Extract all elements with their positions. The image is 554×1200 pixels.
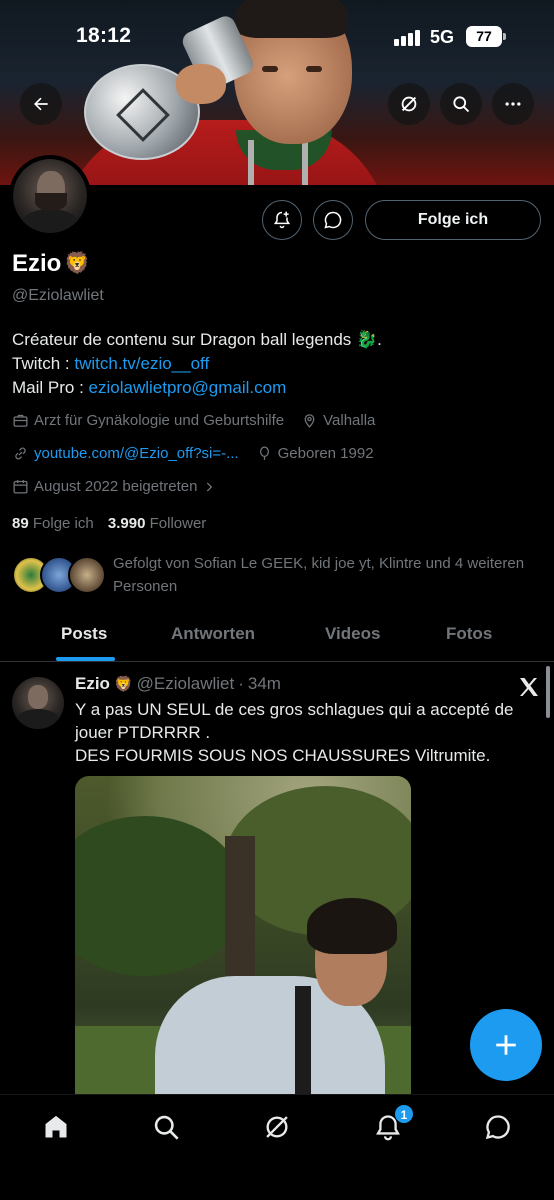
tab-videos[interactable]: Videos (325, 624, 380, 644)
notify-button[interactable] (262, 200, 302, 240)
bell-plus-icon (273, 211, 291, 229)
followers-count: 3.990 (107, 515, 146, 532)
nav-grok[interactable] (261, 1111, 293, 1143)
search-button[interactable] (440, 83, 482, 125)
profile-category: Arzt für Gynäkologie und Geburtshilfe (34, 412, 285, 429)
back-button[interactable] (20, 83, 62, 125)
post-header: Ezio 🦁 @Eziolawliet · 34m (75, 674, 281, 694)
followed-avatars (12, 556, 108, 596)
followed-by-text: Gefolgt von Sofian Le GEEK, kid joe yt, … (113, 555, 525, 595)
profile-stats: 89 Folge ich 3.990 Follower (12, 515, 206, 532)
banner-medal-ribbon (248, 140, 308, 185)
profile-birthday: Geboren 1992 (277, 445, 374, 462)
grok-button[interactable] (388, 83, 430, 125)
mail-link[interactable]: eziolawlietpro@gmail.com (89, 378, 287, 397)
post-time[interactable]: 34m (248, 674, 281, 694)
following-label: Folge ich (32, 515, 94, 532)
bio-mail-label: Mail Pro : (12, 378, 89, 397)
profile-bio: Créateur de contenu sur Dragon ball lege… (12, 328, 542, 400)
post-text: Y a pas UN SEUL de ces gros schlagues qu… (75, 698, 545, 767)
search-icon (154, 1115, 179, 1140)
profile-joined: August 2022 beigetreten (34, 478, 198, 495)
followers-label: Follower (149, 515, 207, 532)
more-button[interactable] (492, 83, 534, 125)
briefcase-icon (13, 414, 28, 427)
profile-avatar[interactable] (9, 155, 91, 237)
post-handle[interactable]: @Eziolawliet (137, 674, 235, 694)
signal-icon (394, 28, 422, 46)
bio-line: Créateur de contenu sur Dragon ball lege… (12, 330, 382, 349)
post-text-line: Y a pas UN SEUL de ces gros schlagues qu… (75, 700, 514, 742)
compose-button[interactable] (470, 1009, 542, 1081)
location-pin-icon (304, 414, 315, 428)
meta-row-3[interactable]: August 2022 beigetreten (12, 478, 216, 495)
notification-badge: 1 (394, 1104, 414, 1124)
avatar-image (13, 159, 87, 233)
battery-icon: 77 (466, 26, 506, 47)
grok-icon (401, 96, 417, 112)
following-count: 89 (12, 515, 29, 532)
profile-tabs: Posts Antworten Videos Fotos (0, 608, 554, 662)
status-bar: 18:12 5G 77 (0, 0, 554, 72)
post-avatar[interactable] (12, 677, 64, 729)
messages-icon (485, 1115, 510, 1140)
tab-posts[interactable]: Posts (61, 624, 107, 644)
lion-emoji: 🦁 (113, 676, 133, 693)
meta-row-1: Arzt für Gynäkologie und Geburtshilfe Va… (12, 412, 375, 429)
chevron-right-icon (207, 481, 213, 492)
profile-name: Ezio 🦁 (12, 250, 91, 278)
active-tab-indicator (56, 657, 115, 661)
profile-handle: @Eziolawliet (12, 287, 104, 304)
tab-replies[interactable]: Antworten (171, 624, 255, 644)
tab-photos[interactable]: Fotos (446, 624, 492, 644)
message-button[interactable] (313, 200, 353, 240)
arrow-left-icon (34, 97, 48, 111)
profile-location: Valhalla (323, 412, 376, 429)
balloon-icon (259, 446, 269, 460)
bio-twitch-label: Twitch : (12, 354, 75, 373)
post-text-line: DES FOURMIS SOUS NOS CHAUSSURES Viltrumi… (75, 746, 491, 765)
display-name: Ezio (12, 250, 62, 277)
home-icon (45, 1115, 67, 1138)
plus-icon (496, 1035, 516, 1055)
search-icon (453, 96, 470, 113)
follow-button[interactable]: Folge ich (365, 200, 541, 240)
post-author[interactable]: Ezio (75, 674, 110, 694)
nav-search[interactable] (150, 1111, 182, 1143)
network-type: 5G (430, 27, 455, 47)
post-media[interactable] (75, 776, 411, 1106)
grok-icon (266, 1116, 288, 1138)
followers-stat[interactable]: 3.990 Follower (108, 515, 206, 532)
status-time: 18:12 (76, 24, 132, 47)
nav-messages[interactable] (482, 1111, 514, 1143)
scrollbar[interactable] (546, 666, 550, 718)
follower-avatar (68, 556, 106, 594)
more-icon (505, 102, 521, 106)
meta-row-2: youtube.com/@Ezio_off?si=-... Geboren 19… (12, 445, 374, 462)
calendar-icon (13, 480, 28, 494)
twitch-link[interactable]: twitch.tv/ezio__off (74, 354, 209, 373)
post-separator: · (238, 674, 244, 693)
following-stat[interactable]: 89 Folge ich (12, 515, 94, 532)
nav-home[interactable] (40, 1111, 72, 1143)
chat-bubble-icon (324, 211, 342, 229)
link-icon (15, 447, 26, 460)
bottom-nav: 1 (0, 1094, 554, 1200)
website-link[interactable]: youtube.com/@Ezio_off?si=-... (34, 445, 239, 462)
lion-emoji: 🦁 (64, 252, 91, 275)
x-logo-icon (520, 678, 538, 696)
